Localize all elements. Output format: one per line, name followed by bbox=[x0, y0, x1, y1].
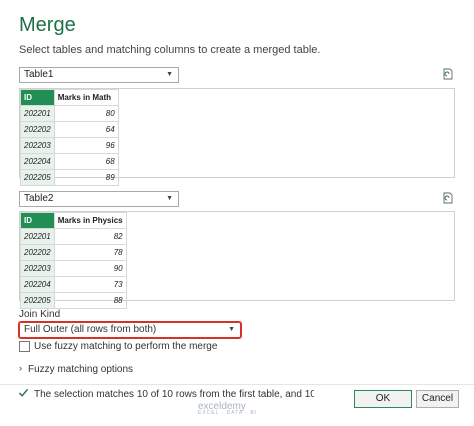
table1-select-value: Table1 bbox=[24, 69, 54, 80]
value-cell[interactable]: 82 bbox=[53, 228, 127, 245]
value-cell[interactable]: 88 bbox=[53, 292, 127, 309]
fuzzy-options-toggle[interactable]: Fuzzy matching options bbox=[28, 364, 133, 375]
column-header-id[interactable]: ID bbox=[20, 212, 55, 229]
value-cell[interactable]: 73 bbox=[53, 276, 127, 293]
chevron-down-icon: ▼ bbox=[166, 195, 173, 202]
id-cell[interactable]: 202204 bbox=[20, 153, 55, 170]
column-header-marks-physics[interactable]: Marks in Physics bbox=[53, 212, 127, 229]
refresh-preview-icon[interactable] bbox=[442, 68, 454, 80]
id-cell[interactable]: 202205 bbox=[20, 169, 55, 186]
value-cell[interactable]: 90 bbox=[53, 260, 127, 277]
table2-select-value: Table2 bbox=[24, 193, 54, 204]
column-header-id[interactable]: ID bbox=[20, 89, 55, 106]
id-cell[interactable]: 202205 bbox=[20, 292, 55, 309]
chevron-down-icon: ▼ bbox=[166, 71, 173, 78]
match-status-message: The selection matches 10 of 10 rows from… bbox=[34, 389, 314, 400]
join-kind-select[interactable]: Full Outer (all rows from both) ▼ bbox=[19, 322, 241, 338]
table-row: 202204 68 bbox=[20, 153, 119, 170]
checkmark-icon bbox=[18, 388, 29, 397]
value-cell[interactable]: 68 bbox=[53, 153, 119, 170]
id-cell[interactable]: 202202 bbox=[20, 121, 55, 138]
value-cell[interactable]: 64 bbox=[53, 121, 119, 138]
id-cell[interactable]: 202203 bbox=[20, 137, 55, 154]
table-row: 202205 89 bbox=[20, 169, 119, 186]
refresh-preview-icon[interactable] bbox=[442, 192, 454, 204]
value-cell[interactable]: 80 bbox=[53, 105, 119, 122]
chevron-down-icon: ▼ bbox=[228, 326, 235, 333]
cancel-button[interactable]: Cancel bbox=[416, 390, 459, 408]
value-cell[interactable]: 89 bbox=[53, 169, 119, 186]
value-cell[interactable]: 96 bbox=[53, 137, 119, 154]
watermark-tagline: EXCEL · DATA · BI bbox=[198, 410, 258, 416]
dialog-title: Merge bbox=[19, 14, 76, 36]
id-cell[interactable]: 202204 bbox=[20, 276, 55, 293]
table-row: 202204 73 bbox=[20, 276, 127, 293]
id-cell[interactable]: 202202 bbox=[20, 244, 55, 261]
value-cell[interactable]: 78 bbox=[53, 244, 127, 261]
join-kind-label: Join Kind bbox=[19, 309, 61, 320]
id-cell[interactable]: 202203 bbox=[20, 260, 55, 277]
table-header-row: ID Marks in Physics bbox=[20, 212, 127, 229]
table1-grid: ID Marks in Math 202201 80 202202 64 20220… bbox=[20, 89, 119, 186]
table-row: 202205 88 bbox=[20, 292, 127, 309]
chevron-right-icon[interactable]: › bbox=[19, 363, 22, 373]
table-row: 202203 90 bbox=[20, 260, 127, 277]
dialog-subtitle: Select tables and matching columns to cr… bbox=[19, 44, 321, 56]
table2-grid: ID Marks in Physics 202201 82 202202 78 20… bbox=[20, 212, 127, 309]
table-row: 202203 96 bbox=[20, 137, 119, 154]
id-cell[interactable]: 202201 bbox=[20, 228, 55, 245]
table1-preview: ID Marks in Math 202201 80 202202 64 20220… bbox=[19, 88, 455, 186]
table1-select[interactable]: Table1 ▼ bbox=[19, 67, 179, 83]
table-row: 202202 64 bbox=[20, 121, 119, 138]
id-cell[interactable]: 202201 bbox=[20, 105, 55, 122]
fuzzy-matching-checkbox[interactable] bbox=[19, 341, 30, 352]
footer-divider bbox=[0, 384, 474, 385]
table-header-row: ID Marks in Math bbox=[20, 89, 119, 106]
column-header-marks-math[interactable]: Marks in Math bbox=[53, 89, 119, 106]
table2-select[interactable]: Table2 ▼ bbox=[19, 191, 179, 207]
table-row: 202201 80 bbox=[20, 105, 119, 122]
ok-button[interactable]: OK bbox=[354, 390, 412, 408]
join-kind-value: Full Outer (all rows from both) bbox=[24, 324, 157, 335]
fuzzy-matching-label: Use fuzzy matching to perform the merge bbox=[34, 341, 218, 352]
table-row: 202201 82 bbox=[20, 228, 127, 245]
table-row: 202202 78 bbox=[20, 244, 127, 261]
watermark-logo: exceldemy EXCEL · DATA · BI bbox=[198, 401, 257, 416]
table2-preview: ID Marks in Physics 202201 82 202202 78 20… bbox=[19, 211, 455, 309]
